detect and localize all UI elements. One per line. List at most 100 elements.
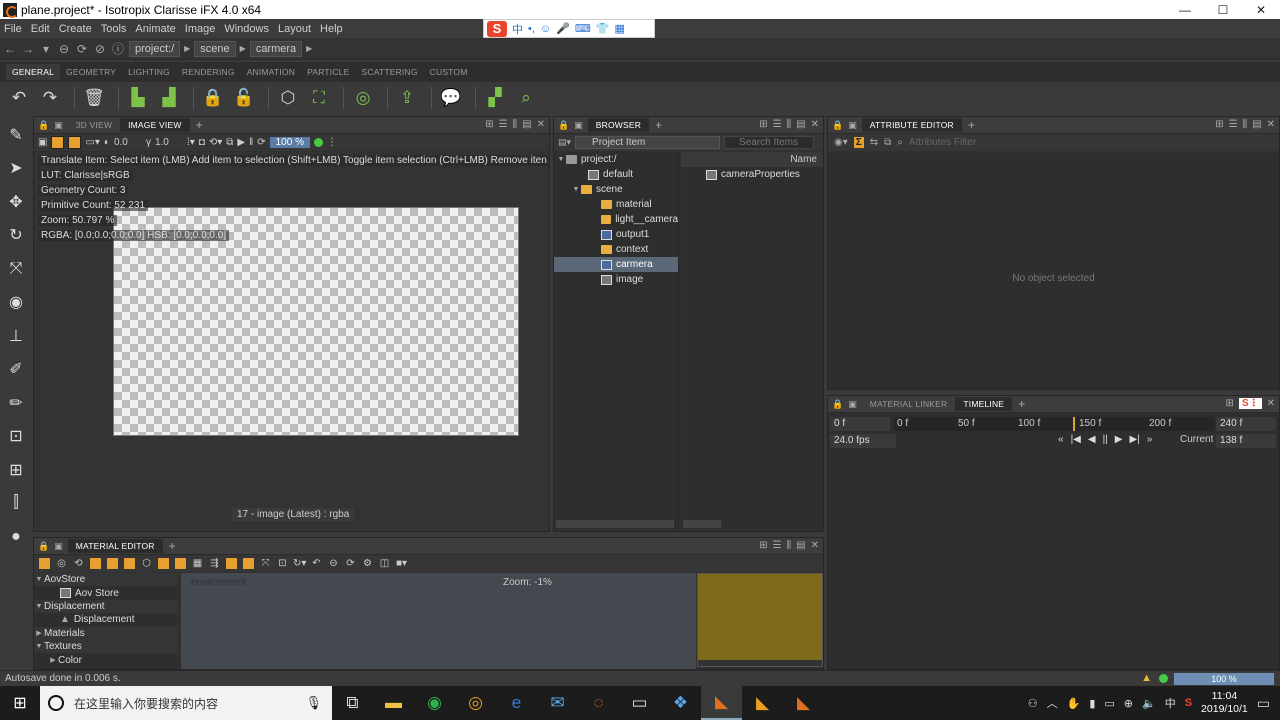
shelf-tab-general[interactable]: GENERAL bbox=[6, 64, 61, 80]
tree-category-color[interactable]: ▶ Color bbox=[34, 653, 177, 666]
taskbar-search-box[interactable]: 在这里输入你要搜索的内容 🎙 bbox=[40, 686, 332, 720]
rotate-view-icon[interactable]: ↻▾ bbox=[293, 557, 306, 570]
tab-timeline[interactable]: TIMELINE bbox=[955, 397, 1013, 411]
scale-icon[interactable]: ⤧ bbox=[0, 252, 32, 286]
shelf-tab-custom[interactable]: CUSTOM bbox=[424, 64, 474, 80]
back-icon[interactable]: ← bbox=[3, 42, 17, 56]
edge-icon[interactable]: e bbox=[496, 686, 537, 720]
task-view-icon[interactable]: ⧉ bbox=[332, 686, 373, 720]
zoom-region-icon[interactable]: ⊡ bbox=[0, 420, 32, 454]
undo-icon[interactable]: ↶ bbox=[6, 85, 32, 111]
start-button[interactable]: ⊞ bbox=[0, 686, 40, 720]
tab-3d-view[interactable]: 3D VIEW bbox=[68, 118, 120, 132]
settings-icon[interactable]: ⚙ bbox=[361, 557, 374, 570]
lock-icon[interactable]: 🔒 bbox=[38, 541, 49, 552]
ime-voice-icon[interactable]: 🎤 bbox=[556, 22, 570, 35]
pause-icon[interactable]: ‖ bbox=[249, 137, 253, 148]
app-swirl-icon[interactable]: ◌ bbox=[578, 686, 619, 720]
close-panel-icon[interactable]: ✕ bbox=[1267, 398, 1275, 409]
split-vertical-icon[interactable]: ⫼ bbox=[1243, 119, 1248, 130]
split-vertical-icon[interactable]: ⫼ bbox=[787, 540, 792, 551]
wechat-icon[interactable]: ◉ bbox=[414, 686, 455, 720]
play-backward-icon[interactable]: ◀ bbox=[1088, 434, 1096, 445]
compare-icon[interactable]: ⧉ bbox=[226, 137, 233, 148]
split-horizontal-icon[interactable]: ☰ bbox=[1229, 119, 1238, 130]
ime-emoji-icon[interactable]: ☺ bbox=[540, 23, 551, 35]
layout-icon[interactable]: ▞ bbox=[482, 85, 508, 111]
add-tab-icon[interactable]: + bbox=[1012, 397, 1031, 411]
reset-view-icon[interactable]: ⟲ bbox=[72, 557, 85, 570]
search-scene-icon[interactable]: ⌕ bbox=[513, 85, 539, 111]
notifications-icon[interactable]: ▭ bbox=[1257, 695, 1270, 712]
reference-icon[interactable]: ◎ bbox=[350, 85, 376, 111]
split-horizontal-icon[interactable]: ☰ bbox=[499, 119, 508, 130]
measure-icon[interactable]: ⫿ bbox=[0, 487, 32, 521]
lock-icon[interactable]: 🔒 bbox=[832, 399, 843, 410]
tree-item-carmera[interactable]: carmera bbox=[554, 257, 678, 272]
sphere-preview-toggle[interactable] bbox=[89, 557, 102, 570]
checker-toggle[interactable] bbox=[51, 136, 65, 149]
ime-punctuation-toggle[interactable]: •, bbox=[528, 23, 535, 35]
sigma-icon[interactable]: Σ bbox=[853, 137, 864, 148]
node-graph-canvas[interactable]: environment Zoom: -1% bbox=[181, 573, 696, 669]
fps-field[interactable]: 24.0 fps bbox=[830, 434, 896, 448]
grid-layout-icon[interactable]: ⊞ bbox=[1215, 119, 1223, 130]
undo-node-icon[interactable]: ↶ bbox=[310, 557, 323, 570]
pivot-icon[interactable]: ◉ bbox=[0, 286, 32, 320]
menu-image[interactable]: Image bbox=[185, 23, 216, 35]
lock-icon[interactable]: 🔒 bbox=[558, 120, 569, 131]
render-icon[interactable]: ▶ bbox=[237, 137, 245, 148]
shader-ball-toggle[interactable] bbox=[106, 557, 119, 570]
ime-skin-icon[interactable]: 👕 bbox=[596, 22, 610, 35]
sogou-tray-icon[interactable]: ✋ bbox=[1067, 697, 1081, 710]
image-view-canvas[interactable]: Translate Item: Select item (LMB) Add it… bbox=[34, 152, 549, 531]
breadcrumb-scene[interactable]: scene bbox=[194, 40, 236, 57]
tree-category-textures[interactable]: ▼ Textures bbox=[34, 639, 177, 654]
filter-icon[interactable]: ⧉ bbox=[884, 137, 891, 148]
minimize-button[interactable]: — bbox=[1166, 0, 1204, 19]
first-frame-icon[interactable]: « bbox=[1058, 434, 1064, 445]
import-icon[interactable]: ⇪ bbox=[394, 85, 420, 111]
clarisse-taskbar-icon[interactable]: ◣ bbox=[701, 686, 742, 720]
group-icon[interactable]: ▙ bbox=[125, 85, 151, 111]
list-item[interactable]: cameraProperties bbox=[681, 167, 823, 182]
play-forward-icon[interactable]: ▶ bbox=[1115, 434, 1123, 445]
display-mode-icon[interactable]: ■▾ bbox=[395, 557, 408, 570]
ungroup-icon[interactable]: ▟ bbox=[156, 85, 182, 111]
target-icon[interactable]: ◎ bbox=[55, 557, 68, 570]
menu-create[interactable]: Create bbox=[59, 23, 92, 35]
tree-horizontal-scrollbar[interactable] bbox=[556, 520, 674, 528]
close-panel-icon[interactable]: ✕ bbox=[1267, 119, 1275, 130]
fit-icon[interactable]: ⊡ bbox=[276, 557, 289, 570]
split-vertical-icon[interactable]: ⫼ bbox=[513, 119, 518, 130]
shelf-tab-scattering[interactable]: SCATTERING bbox=[355, 64, 423, 80]
taskbar-clock[interactable]: 11:04 2019/10/1 bbox=[1201, 690, 1248, 716]
tree-item-aov-store[interactable]: Aov Store bbox=[34, 586, 177, 599]
unlock-icon[interactable]: 🔓 bbox=[231, 85, 257, 111]
tab-material-linker[interactable]: MATERIAL LINKER bbox=[862, 397, 956, 411]
taskbar-search-input[interactable]: 在这里输入你要搜索的内容 bbox=[74, 695, 218, 712]
tab-attribute-editor[interactable]: ATTRIBUTE EDITOR bbox=[861, 118, 962, 132]
tree-category-aovstore[interactable]: ▼ AovStore bbox=[34, 573, 177, 587]
tab-browser[interactable]: BROWSER bbox=[587, 118, 650, 132]
blender-icon[interactable]: ◣ bbox=[742, 686, 783, 720]
menu-tools[interactable]: Tools bbox=[101, 23, 127, 35]
tree-item-context[interactable]: context bbox=[554, 242, 678, 257]
grid-layout-icon[interactable]: ⊞ bbox=[1226, 398, 1234, 409]
lock-icon[interactable]: 🔒 bbox=[200, 85, 226, 111]
sogou-logo-icon[interactable]: S bbox=[487, 20, 507, 37]
lock-icon[interactable]: 🔒 bbox=[832, 120, 843, 131]
split-horizontal-icon[interactable]: ☰ bbox=[773, 119, 782, 130]
photos-app-icon[interactable]: ▭ bbox=[619, 686, 660, 720]
tree-item-displacement[interactable]: ▲ Displacement bbox=[34, 613, 177, 626]
usb-icon[interactable]: ▮ bbox=[1089, 697, 1095, 710]
link-icon[interactable]: ⊖ bbox=[57, 42, 71, 56]
menu-animate[interactable]: Animate bbox=[135, 23, 175, 35]
align-icon[interactable]: ▦ bbox=[191, 557, 204, 570]
current-frame-field[interactable]: 138 f bbox=[1216, 434, 1276, 448]
people-icon[interactable]: ⚇ bbox=[1028, 697, 1038, 710]
info-icon[interactable]: ⓘ bbox=[111, 40, 125, 57]
tree-item-material[interactable]: material bbox=[554, 197, 678, 212]
brush-icon[interactable]: ✏ bbox=[0, 386, 32, 420]
tree-item-light-camera[interactable]: light__camera bbox=[554, 212, 678, 227]
